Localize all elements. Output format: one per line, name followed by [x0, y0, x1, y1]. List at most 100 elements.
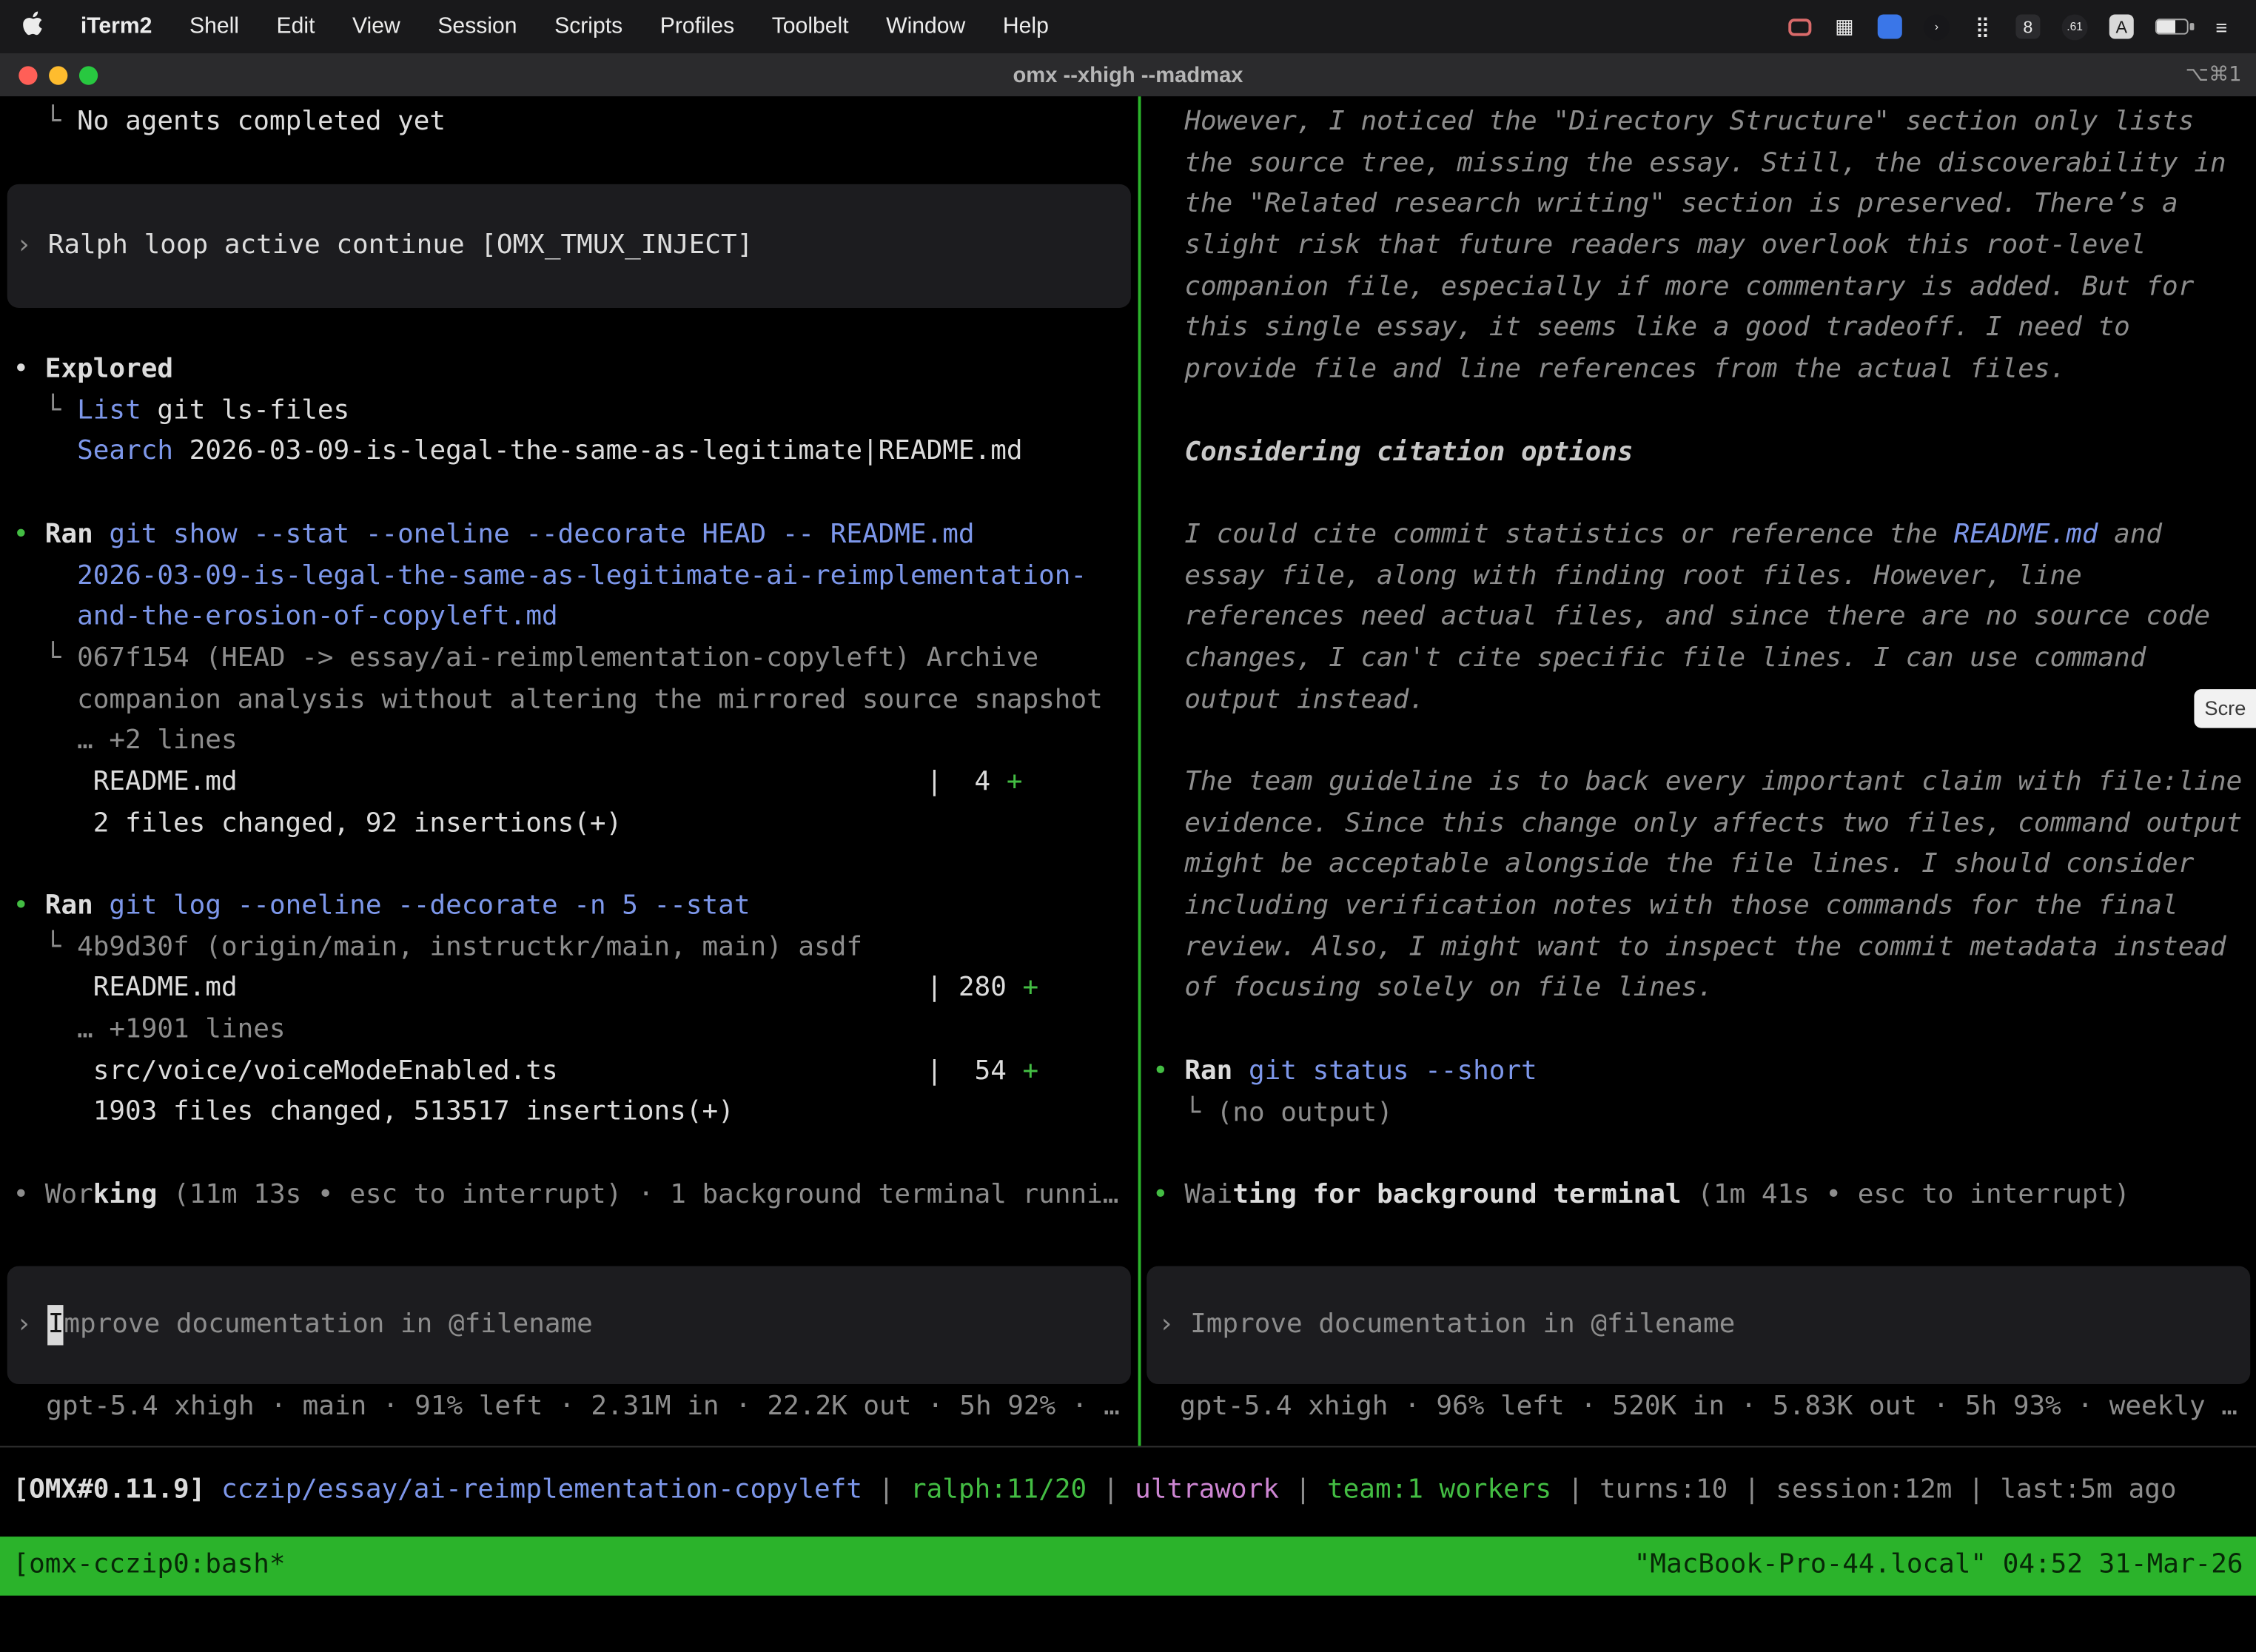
tmux-status-bar: [omx-cczip0:bash* "MacBook-Pro-44.local"…	[0, 1537, 2256, 1596]
terminal-line: [OMX#0.11.9] cczip/essay/ai-reimplementa…	[0, 1471, 2256, 1512]
terminal-line	[1141, 1010, 2256, 1052]
terminal-line: • Explored	[0, 349, 1138, 391]
terminal-area: └ No agents completed yet › Ralph loop a…	[0, 96, 2256, 1446]
terminal-line	[0, 144, 1138, 185]
minimize-button[interactable]	[49, 65, 67, 84]
terminal-line: of focusing solely on file lines.	[1141, 969, 2256, 1010]
agent-log-right: However, I noticed the "Directory Struct…	[1141, 102, 2256, 1217]
terminal-line: the "Related research writing" section i…	[1141, 185, 2256, 226]
terminal-line	[0, 1134, 1138, 1175]
terminal-line: README.md | 280 +	[0, 969, 1138, 1010]
menu-item-window[interactable]: Window	[886, 13, 965, 39]
menu-item-iterm2[interactable]: iTerm2	[81, 13, 152, 39]
battery-icon[interactable]	[2155, 19, 2189, 34]
app-grid-icon[interactable]: ⣿	[1971, 13, 1994, 39]
terminal-line: the source tree, missing the essay. Stil…	[1141, 144, 2256, 185]
prompt-input-right[interactable]: › Improve documentation in @filename	[1147, 1266, 2250, 1384]
terminal-line: └ 4b9d30f (origin/main, instructkr/main,…	[0, 927, 1138, 969]
terminal-line: Considering citation options	[1141, 432, 2256, 474]
menu-bar-status-icons: ▦ › ⣿ 8 .61 A ≡	[1788, 13, 2233, 39]
window-title: omx --xhigh --madmax	[1013, 63, 1243, 87]
model-status-left: gpt-5.4 xhigh · main · 91% left · 2.31M …	[46, 1387, 1138, 1428]
terminal-line: • Ran git log --oneline --decorate -n 5 …	[0, 886, 1138, 927]
menu-item-edit[interactable]: Edit	[277, 13, 315, 39]
menu-item-view[interactable]: View	[352, 13, 400, 39]
omx-status-bar: [OMX#0.11.9] cczip/essay/ai-reimplementa…	[0, 1471, 2256, 1512]
terminal-line: including verification notes with those …	[1141, 887, 2256, 928]
terminal-line: … +2 lines	[0, 721, 1138, 762]
screen-recording-indicator[interactable]	[1788, 18, 1811, 35]
menu-item-shell[interactable]: Shell	[189, 13, 239, 39]
terminal-line: companion file, especially if more comme…	[1141, 267, 2256, 309]
raycast-icon[interactable]	[1878, 14, 1902, 38]
pane-left[interactable]: └ No agents completed yet › Ralph loop a…	[0, 96, 1138, 1446]
keypad-icon[interactable]: ▦	[1833, 13, 1856, 39]
traffic-lights	[19, 53, 98, 96]
apple-menu[interactable]	[23, 11, 43, 43]
pane-right[interactable]: However, I noticed the "Directory Struct…	[1141, 96, 2256, 1446]
terminal-line: The team guideline is to back every impo…	[1141, 762, 2256, 804]
terminal-line: 2026-03-09-is-legal-the-same-as-legitima…	[0, 556, 1138, 597]
terminal-line: provide file and line references from th…	[1141, 350, 2256, 392]
prompt-char: ›	[16, 1304, 47, 1346]
terminal-line: • Ran git status --short	[1141, 1052, 2256, 1093]
terminal-line: README.md | 4 +	[0, 762, 1138, 804]
menu-item-help[interactable]: Help	[1003, 13, 1049, 39]
terminal-line: 2 files changed, 92 insertions(+)	[0, 804, 1138, 845]
terminal-line	[0, 845, 1138, 887]
desktop: iTerm2 Shell Edit View Session Scripts P…	[0, 0, 2256, 1652]
screen-tooltip[interactable]: Scre	[2195, 689, 2256, 728]
terminal-line: 1903 files changed, 513517 insertions(+)	[0, 1092, 1138, 1134]
menu-bar: iTerm2 Shell Edit View Session Scripts P…	[0, 0, 2256, 53]
ghostty-icon[interactable]: ›	[1924, 13, 1950, 39]
terminal-line: └ No agents completed yet	[0, 102, 1138, 144]
tab-shortcut-label: ⌥⌘1	[2186, 53, 2242, 96]
close-button[interactable]	[19, 65, 37, 84]
terminal-line: might be acceptable alongside the file l…	[1141, 845, 2256, 887]
prompt-char: ›	[1158, 1304, 1190, 1346]
terminal-line: └ (no output)	[1141, 1092, 2256, 1134]
terminal-line	[1141, 474, 2256, 515]
zoom-button[interactable]	[79, 65, 98, 84]
prompt-text-left: mprove documentation in @filename	[64, 1304, 592, 1346]
battery-percentage-icon[interactable]: .61	[2062, 13, 2088, 39]
terminal-line: slight risk that future readers may over…	[1141, 226, 2256, 267]
terminal-line	[0, 309, 1138, 350]
input-source-icon[interactable]: A	[2109, 14, 2134, 38]
terminal-line: companion analysis without altering the …	[0, 680, 1138, 722]
terminal-line: references need actual files, and since …	[1141, 597, 2256, 639]
model-status-right: gpt-5.4 xhigh · 96% left · 520K in · 5.8…	[1180, 1387, 2256, 1428]
terminal-line: and-the-erosion-of-copyleft.md	[0, 597, 1138, 639]
terminal-line: output instead.	[1141, 680, 2256, 722]
terminal-line: └ List git ls-files	[0, 391, 1138, 432]
terminal-line: └ 067f154 (HEAD -> essay/ai-reimplementa…	[0, 639, 1138, 680]
menu-item-toolbelt[interactable]: Toolbelt	[772, 13, 849, 39]
terminal-line: evidence. Since this change only affects…	[1141, 804, 2256, 845]
title-bar[interactable]: omx --xhigh --madmax ⌥⌘1	[0, 53, 2256, 96]
control-center-icon[interactable]: ≡	[2210, 13, 2233, 39]
menu-item-session[interactable]: Session	[437, 13, 517, 39]
terminal-line: • Ran git show --stat --oneline --decora…	[0, 515, 1138, 557]
menu-item-scripts[interactable]: Scripts	[554, 13, 622, 39]
tmux-session-label: [omx-cczip0:bash*	[13, 1545, 1634, 1587]
bottom-status-area: [OMX#0.11.9] cczip/essay/ai-reimplementa…	[0, 1446, 2256, 1596]
terminal-line: this single essay, it seems like a good …	[1141, 309, 2256, 350]
terminal-line: I could cite commit statistics or refere…	[1141, 515, 2256, 557]
terminal-line	[1141, 1134, 2256, 1175]
terminal-line: • Working (11m 13s • esc to interrupt) ·…	[0, 1175, 1138, 1217]
text-cursor: I	[48, 1304, 64, 1346]
terminal-line: changes, I can't cite specific file line…	[1141, 639, 2256, 680]
terminal-line: • Waiting for background terminal (1m 41…	[1141, 1175, 2256, 1217]
prompt-input-left[interactable]: › Improve documentation in @filename	[7, 1266, 1131, 1384]
menu-item-profiles[interactable]: Profiles	[660, 13, 734, 39]
terminal-line: However, I noticed the "Directory Struct…	[1141, 102, 2256, 144]
ralph-loop-notice: › Ralph loop active continue [OMX_TMUX_I…	[7, 185, 1131, 309]
notice-prompt-char: ›	[16, 226, 47, 267]
terminal-line	[1141, 391, 2256, 432]
terminal-line	[0, 474, 1138, 515]
terminal-line: src/voice/voiceModeEnabled.ts | 54 +	[0, 1051, 1138, 1092]
keycap-8-icon[interactable]: 8	[2015, 14, 2040, 38]
tmux-host-clock-label: "MacBook-Pro-44.local" 04:52 31-Mar-26	[1634, 1545, 2243, 1587]
agent-log-left-top: └ No agents completed yet	[0, 102, 1138, 185]
apple-logo-icon	[23, 11, 43, 43]
